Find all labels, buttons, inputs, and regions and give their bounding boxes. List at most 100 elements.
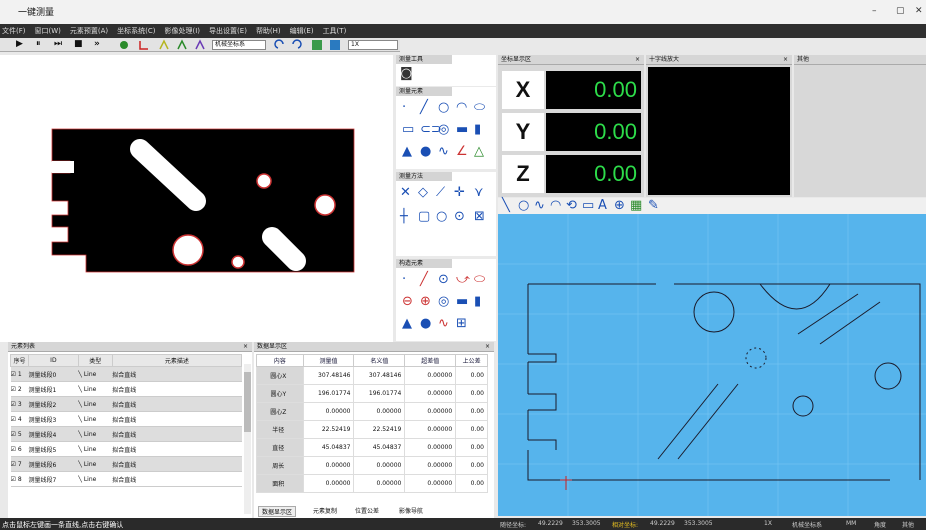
c-cylinder-icon[interactable]: ▮: [474, 295, 481, 309]
tab-image-navigation[interactable]: 影像导航: [396, 506, 426, 517]
point-icon[interactable]: ·: [402, 101, 406, 115]
tab-data-display[interactable]: 数据显示区: [258, 506, 297, 517]
table-row[interactable]: ☑ 6 测量线段5 ╲ Line 拟合直线: [10, 441, 242, 457]
rect-icon[interactable]: ▭: [402, 123, 414, 137]
c-line-icon[interactable]: ╱: [420, 273, 428, 287]
fast-forward-button[interactable]: »: [94, 39, 100, 50]
row-checkbox-no[interactable]: ☑ 8: [10, 471, 29, 487]
fork-icon[interactable]: ⋎: [474, 186, 484, 200]
row-checkbox-no[interactable]: ☑ 2: [10, 381, 29, 397]
checkbox-icon[interactable]: ☑: [11, 431, 16, 438]
ellipse-icon[interactable]: ⬭: [474, 101, 485, 115]
c-block-icon[interactable]: ▬: [456, 295, 468, 309]
checkbox-icon[interactable]: ☑: [11, 446, 16, 453]
menu-element-preset[interactable]: 元素预置(A): [70, 26, 108, 36]
ring-icon[interactable]: ◎: [438, 123, 449, 137]
c-curve-icon[interactable]: ∿: [438, 317, 449, 331]
zoom-select[interactable]: 1X: [348, 40, 398, 50]
cad-drawing[interactable]: [498, 214, 926, 516]
row-checkbox-no[interactable]: ☑ 7: [10, 456, 29, 472]
play-button[interactable]: ▶: [16, 39, 23, 50]
col-header-type[interactable]: 类型: [77, 354, 113, 367]
cylinder-icon[interactable]: ▮: [474, 123, 481, 137]
circle-icon[interactable]: ○: [438, 101, 449, 115]
c-sphere-icon[interactable]: ●: [420, 317, 431, 331]
cross-icon[interactable]: ✕: [400, 186, 411, 200]
minimize-button[interactable]: –: [872, 6, 877, 16]
close-icon[interactable]: ×: [783, 55, 788, 65]
table-row[interactable]: ☑ 3 测量线段2 ╲ Line 拟合直线: [10, 396, 242, 412]
circle-method-icon[interactable]: ○: [436, 210, 447, 224]
target-icon[interactable]: ⊙: [454, 210, 465, 224]
tab-position-tolerance[interactable]: 位置公差: [352, 506, 382, 517]
col-header-id[interactable]: ID: [27, 354, 79, 367]
draw-arc-icon[interactable]: ◠: [550, 199, 561, 213]
checkbox-icon[interactable]: ☑: [11, 461, 16, 468]
col-header-content[interactable]: 内容: [256, 354, 304, 367]
menu-edit[interactable]: 编辑(E): [290, 26, 314, 36]
menu-help[interactable]: 帮助(H): [256, 26, 281, 36]
diamond-icon[interactable]: ◇: [418, 186, 428, 200]
probe-icon[interactable]: ⟋: [436, 186, 445, 200]
tool-icons[interactable]: [272, 39, 352, 51]
col-header-nominal[interactable]: 名义值: [353, 354, 406, 367]
block-icon[interactable]: ▬: [456, 123, 468, 137]
stop-button[interactable]: ■: [74, 39, 83, 50]
crosshair-icon[interactable]: ✛: [454, 186, 465, 200]
measure-icon[interactable]: ▦: [630, 199, 642, 213]
col-header-no[interactable]: 序号: [10, 354, 29, 367]
c-grid-icon[interactable]: ⊞: [456, 317, 467, 331]
table-row[interactable]: 圆心Z 0.00000 0.00000 0.00000 0.00: [256, 402, 488, 421]
draw-polyline-icon[interactable]: ⟲: [566, 199, 577, 213]
toolbar-icons[interactable]: [118, 39, 208, 51]
c-slot-icon[interactable]: ⊕: [420, 295, 431, 309]
checkbox-icon[interactable]: ☑: [11, 386, 16, 393]
row-checkbox-no[interactable]: ☑ 1: [10, 366, 29, 382]
coord-mode-select[interactable]: 机械坐标系: [212, 40, 266, 50]
camera-image[interactable]: [0, 55, 393, 342]
table-row[interactable]: ☑ 5 测量线段4 ╲ Line 拟合直线: [10, 426, 242, 442]
arc-icon[interactable]: ◠: [456, 101, 467, 115]
tab-element-copy[interactable]: 元素复制: [310, 506, 340, 517]
cone-icon[interactable]: ▲: [402, 145, 412, 159]
row-checkbox-no[interactable]: ☑ 6: [10, 441, 29, 457]
plus-icon[interactable]: ┼: [400, 210, 408, 224]
menu-image-processing[interactable]: 影像处理(I): [165, 26, 201, 36]
checkbox-icon[interactable]: ☑: [11, 476, 16, 483]
col-header-measured[interactable]: 测量值: [302, 354, 355, 367]
table-row[interactable]: ☑ 1 测量线段0 ╲ Line 拟合直线: [10, 366, 242, 382]
c-ring-icon[interactable]: ◎: [438, 295, 449, 309]
auto-icon[interactable]: ⊠: [474, 210, 485, 224]
table-row[interactable]: 直径 45.04837 45.04837 0.00000 0.00: [256, 438, 488, 457]
c-arc-icon[interactable]: ⤻: [456, 273, 470, 287]
c-ellipse-icon[interactable]: ⬭: [474, 273, 485, 287]
cad-view[interactable]: [498, 214, 926, 516]
draw-circle-icon[interactable]: ○: [518, 199, 529, 213]
row-checkbox-no[interactable]: ☑ 3: [10, 396, 29, 412]
draw-dim-icon[interactable]: A: [598, 199, 607, 213]
table-row[interactable]: 面积 0.00000 0.00000 0.00000 0.00: [256, 474, 488, 493]
table-row[interactable]: 圆心X 307.48146 307.48146 0.00000 0.00: [256, 366, 488, 385]
col-header-deviation[interactable]: 超差值: [404, 354, 457, 367]
close-icon[interactable]: ×: [243, 342, 248, 352]
curve-icon[interactable]: ∿: [438, 145, 449, 159]
image-view[interactable]: [0, 55, 393, 342]
checkbox-icon[interactable]: ☑: [11, 401, 16, 408]
box-icon[interactable]: ▢: [418, 210, 430, 224]
menu-export-settings[interactable]: 导出设置(E): [209, 26, 247, 36]
pause-button[interactable]: ⏸: [36, 39, 41, 50]
scroll-thumb[interactable]: [244, 372, 251, 432]
table-row[interactable]: 圆心Y 196.01774 196.01774 0.00000 0.00: [256, 384, 488, 403]
camera-icon[interactable]: ◙: [400, 67, 413, 81]
menu-file[interactable]: 文件(F): [2, 26, 26, 36]
table-row[interactable]: ☑ 4 测量线段3 ╲ Line 拟合直线: [10, 411, 242, 427]
zoom-in-icon[interactable]: ⊕: [614, 199, 625, 213]
table-row[interactable]: 半径 22.52419 22.52419 0.00000 0.00: [256, 420, 488, 439]
row-checkbox-no[interactable]: ☑ 5: [10, 426, 29, 442]
checkbox-icon[interactable]: ☑: [11, 371, 16, 378]
close-button[interactable]: ✕: [915, 6, 923, 16]
c-cone-icon[interactable]: ▲: [402, 317, 412, 331]
c-point-icon[interactable]: ·: [402, 273, 406, 287]
triangle-icon[interactable]: △: [474, 145, 484, 159]
menu-window[interactable]: 窗口(W): [35, 26, 61, 36]
